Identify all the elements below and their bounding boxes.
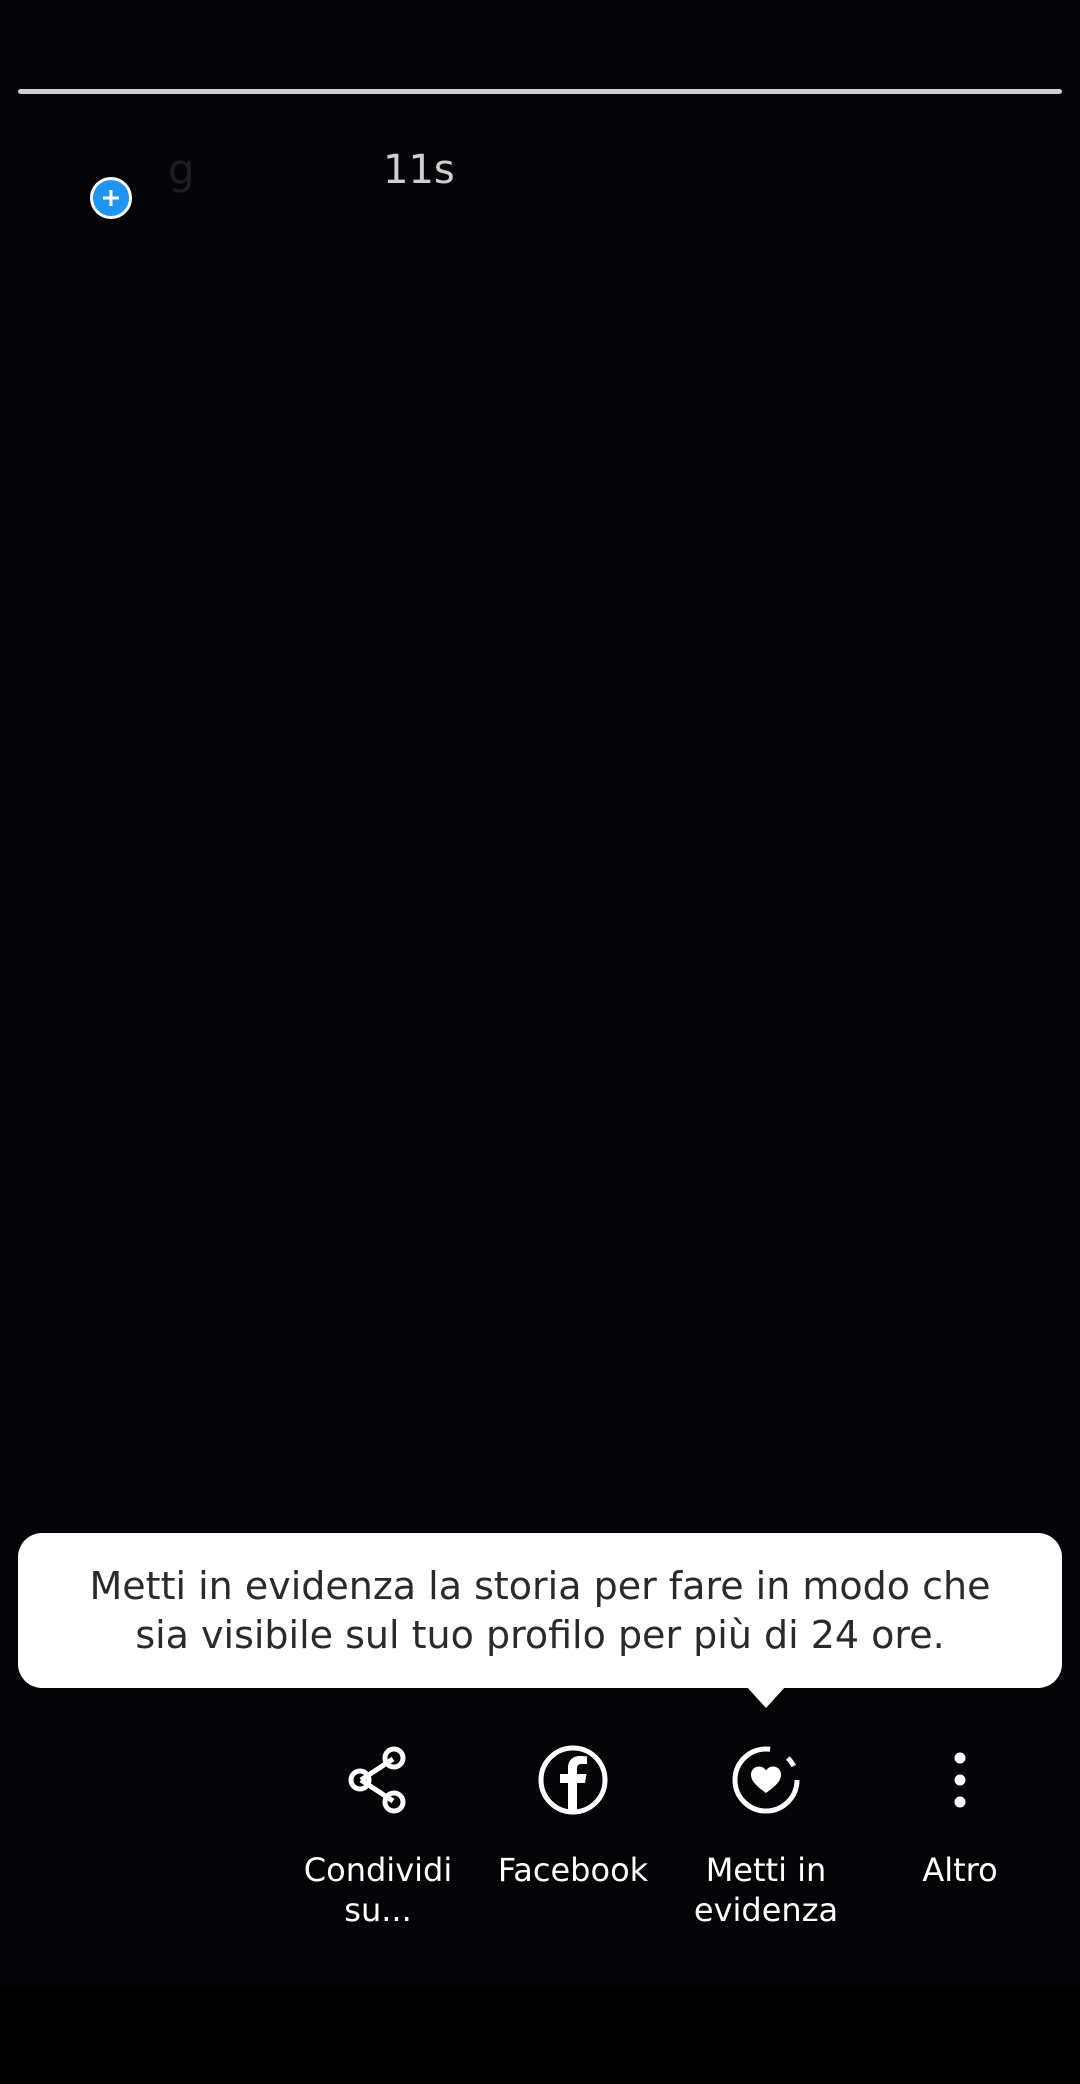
more-vertical-icon bbox=[920, 1740, 1000, 1820]
share-to-button[interactable]: Condividi su... bbox=[293, 1740, 463, 1940]
tooltip-text: Metti in evidenza la storia per fare in … bbox=[89, 1563, 991, 1657]
story-progress-bar bbox=[18, 89, 1062, 94]
story-timestamp: 11s bbox=[383, 147, 455, 193]
story-progress-fill bbox=[18, 89, 1062, 94]
plus-icon bbox=[103, 190, 119, 206]
highlight-label: Metti in evidenza bbox=[693, 1851, 839, 1929]
highlight-heart-icon bbox=[726, 1740, 806, 1820]
highlight-button[interactable]: Metti in evidenza bbox=[681, 1740, 851, 1940]
more-button[interactable]: Altro bbox=[875, 1740, 1045, 1940]
more-label: Altro bbox=[922, 1851, 998, 1889]
facebook-label: Facebook bbox=[497, 1851, 649, 1889]
add-story-badge[interactable] bbox=[90, 177, 132, 219]
story-viewer: g 11s Metti in evidenza la storia per fa… bbox=[0, 0, 1080, 2084]
facebook-icon bbox=[533, 1740, 613, 1820]
share-to-label: Condividi su... bbox=[303, 1851, 453, 1929]
share-icon bbox=[338, 1740, 418, 1820]
story-username[interactable]: g bbox=[168, 145, 195, 195]
highlight-tooltip[interactable]: Metti in evidenza la storia per fare in … bbox=[18, 1533, 1062, 1688]
story-content[interactable]: g 11s Metti in evidenza la storia per fa… bbox=[0, 0, 1080, 1985]
facebook-button[interactable]: Facebook bbox=[488, 1740, 658, 1940]
navigation-bar-area bbox=[0, 1985, 1080, 2084]
tooltip-arrow bbox=[746, 1686, 786, 1708]
